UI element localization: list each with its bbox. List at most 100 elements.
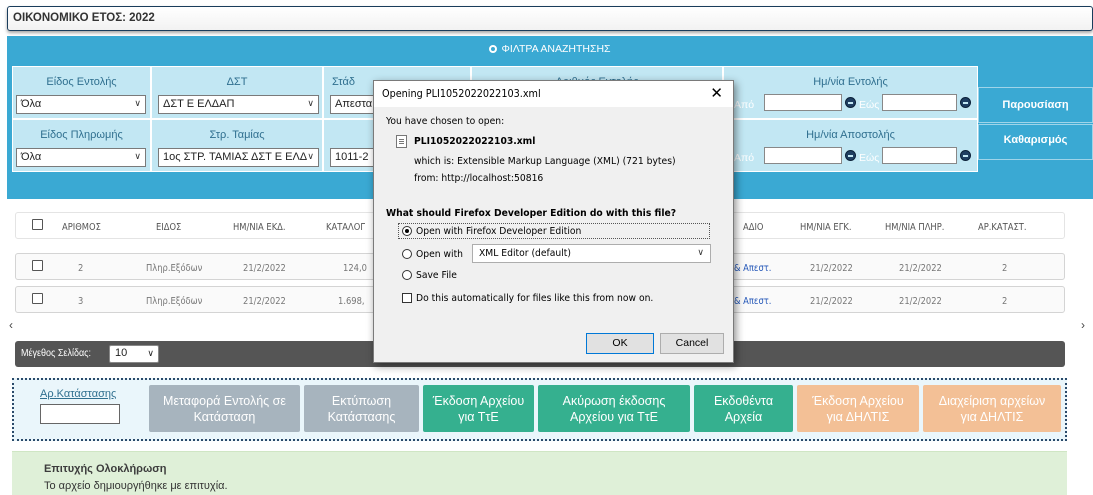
dst-value: ΔΣΤ Ε ΕΛΔΑΠ — [163, 98, 235, 110]
success-message: Το αρχείο δημιουργήθηκε με επιτυχία. — [44, 480, 228, 492]
dst-label: ΔΣΤ — [226, 76, 248, 88]
row-register-date: 21/2/2022 — [810, 296, 853, 307]
chevron-down-icon: ∨ — [697, 247, 704, 257]
open-with-app-select[interactable]: XML Editor (default) ∨ — [472, 244, 711, 263]
order-type-value: Όλα — [21, 98, 42, 110]
page-size-select[interactable]: 10 ∨ — [109, 345, 159, 363]
to-label: Εώς — [859, 99, 880, 111]
scroll-right-icon[interactable]: › — [1081, 318, 1085, 332]
order-date-label: Ημ/νία Εντολής — [813, 76, 888, 88]
calendar-icon[interactable] — [960, 97, 971, 108]
col-status-number[interactable]: ΑΡ.ΚΑΤΑΣΤ. — [978, 222, 1026, 233]
payment-type-label: Είδος Πληρωμής — [40, 129, 123, 141]
order-type-select[interactable]: Όλα ∨ — [16, 95, 146, 114]
cancel-tte-file-button[interactable]: Ακύρωση έκδοσης Αρχείου για ΤτΕ — [538, 385, 690, 432]
payment-type-cell: Είδος Πληρωμής Όλα ∨ — [12, 119, 151, 172]
row-status-number: 2 — [1002, 263, 1008, 274]
treasury-select[interactable]: 1ος ΣΤΡ. ΤΑΜΙΑΣ ΔΣΤ Ε ΕΛΔ ∨ — [158, 148, 319, 167]
col-register-date[interactable]: ΗΜ/ΝΙΑ ΕΓΚ. — [800, 222, 851, 233]
send-date-label: Ημ/νία Αποστολής — [806, 129, 895, 141]
manage-diltis-files-button[interactable]: Διαχείριση αρχείων για ΔΗΛΤΙΣ — [923, 385, 1061, 432]
save-file-label[interactable]: Save File — [416, 270, 457, 281]
dialog-titlebar: Opening PLI1052022022103.xml ✕ — [374, 81, 733, 107]
fiscal-year-label: ΟΙΚΟΝΟΜΙΚΟ ΕΤΟΣ: 2022 — [13, 12, 155, 24]
row-checkbox[interactable] — [32, 260, 43, 271]
calendar-icon[interactable] — [960, 150, 971, 161]
order-date-to-input[interactable] — [882, 94, 957, 111]
order-type-cell: Είδος Εντολής Όλα ∨ — [12, 66, 151, 119]
select-all-checkbox[interactable] — [32, 219, 43, 230]
search-icon — [489, 45, 498, 53]
row-issue-date: 21/2/2022 — [243, 263, 286, 274]
row-stage-link[interactable]: & Απεστ. — [734, 263, 771, 274]
fiscal-year-bar: ΟΙΚΟΝΟΜΙΚΟ ΕΤΟΣ: 2022 — [7, 6, 1093, 31]
row-pay-date: 21/2/2022 — [899, 296, 942, 307]
dialog-question: What should Firefox Developer Edition do… — [386, 208, 677, 219]
page-size-label: Μέγεθος Σελίδας: — [21, 348, 92, 359]
transfer-order-button[interactable]: Μεταφορά Εντολής σε Κατάσταση — [149, 385, 300, 432]
print-status-label: Εκτύπωση Κατάστασης — [327, 393, 396, 424]
payment-type-select[interactable]: Όλα ∨ — [16, 148, 146, 167]
issue-diltis-file-button[interactable]: Έκδοση Αρχείου για ΔΗΛΤΙΣ — [797, 385, 919, 432]
open-with-app-value: XML Editor (default) — [479, 248, 571, 259]
issue-tte-file-button[interactable]: Έκδοση Αρχείου για ΤτΕ — [423, 385, 534, 432]
transfer-order-label: Μεταφορά Εντολής σε Κατάσταση — [163, 393, 286, 424]
ok-button[interactable]: OK — [586, 333, 654, 354]
dst-select[interactable]: ΔΣΤ Ε ΕΛΔΑΠ ∨ — [158, 95, 319, 114]
status-number-input[interactable] — [40, 404, 120, 424]
open-with-default-label[interactable]: Open with Firefox Developer Edition — [416, 226, 581, 237]
send-date-cell: Ημ/νία Αποστολής Από Εώς — [723, 119, 978, 172]
row-checkbox[interactable] — [32, 293, 43, 304]
col-pay-date[interactable]: ΗΜ/ΝΙΑ ΠΛΗΡ. — [885, 222, 944, 233]
chevron-down-icon: ∨ — [307, 151, 314, 161]
file-icon — [396, 135, 407, 148]
order-date-from-input[interactable] — [764, 94, 842, 111]
row-stage-link[interactable]: & Απεστ. — [734, 296, 771, 307]
from2-label: Από — [734, 152, 755, 164]
issued-files-button[interactable]: Εκδοθέντα Αρχεία — [694, 385, 793, 432]
col-catalog[interactable]: ΚΑΤΑΛΟΓ — [326, 222, 365, 233]
calendar-icon[interactable] — [845, 150, 856, 161]
row-amount: 1.698, — [338, 296, 365, 307]
open-file-dialog: Opening PLI1052022022103.xml ✕ You have … — [373, 80, 734, 363]
success-title: Επιτυχής Ολοκλήρωση — [44, 463, 167, 475]
row-number: 2 — [78, 263, 84, 274]
show-button[interactable]: Παρουσίαση — [978, 87, 1093, 123]
to2-label: Εώς — [859, 152, 880, 164]
filter-title: ΦΙΛΤΡΑ ΑΝΑΖΗΤΗΣΗΣ — [7, 36, 1093, 63]
row-status-number: 2 — [1002, 296, 1008, 307]
col-stage[interactable]: ΑΔΙΟ — [743, 222, 763, 233]
chevron-down-icon: ∨ — [307, 98, 314, 108]
row-number: 3 — [78, 296, 84, 307]
col-type[interactable]: ΕΙΔΟΣ — [156, 222, 181, 233]
print-status-button[interactable]: Εκτύπωση Κατάστασης — [304, 385, 419, 432]
calendar-icon[interactable] — [845, 97, 856, 108]
auto-checkbox[interactable] — [402, 293, 412, 303]
row-pay-date: 21/2/2022 — [899, 263, 942, 274]
from-label: Από — [734, 99, 755, 111]
open-with-radio[interactable] — [402, 249, 412, 259]
close-icon[interactable]: ✕ — [710, 84, 723, 102]
treasury-cell: Στρ. Ταμίας 1ος ΣΤΡ. ΤΑΜΙΑΣ ΔΣΤ Ε ΕΛΔ ∨ — [151, 119, 323, 172]
open-with-label[interactable]: Open with — [416, 249, 463, 260]
auto-label[interactable]: Do this automatically for files like thi… — [416, 293, 653, 304]
issued-files-label: Εκδοθέντα Αρχεία — [713, 393, 774, 424]
col-number[interactable]: ΑΡΙΘΜΟΣ — [62, 222, 101, 233]
clear-button[interactable]: Καθαρισμός — [978, 124, 1093, 160]
account-value: 1011-2 — [335, 151, 369, 163]
manage-diltis-files-label: Διαχείριση αρχείων για ΔΗΛΤΙΣ — [938, 393, 1046, 424]
cancel-button[interactable]: Cancel — [660, 333, 724, 354]
send-date-from-input[interactable] — [764, 147, 842, 164]
save-file-radio[interactable] — [402, 270, 412, 280]
file-source: from: http://localhost:50816 — [414, 173, 544, 184]
filter-title-text: ΦΙΛΤΡΑ ΑΝΑΖΗΤΗΣΗΣ — [501, 43, 611, 55]
col-issue-date[interactable]: ΗΜ/ΝΙΑ ΕΚΔ. — [233, 222, 286, 233]
scroll-left-icon[interactable]: ‹ — [9, 318, 13, 332]
send-date-to-input[interactable] — [882, 147, 957, 164]
page-size-value: 10 — [115, 347, 128, 359]
open-with-default-radio[interactable] — [402, 226, 412, 236]
file-name: PLI1052022022103.xml — [414, 136, 536, 147]
stage-value: Απεστα — [335, 98, 373, 110]
row-type: Πληρ.Εξόδων — [146, 263, 203, 274]
chevron-down-icon: ∨ — [134, 98, 141, 108]
